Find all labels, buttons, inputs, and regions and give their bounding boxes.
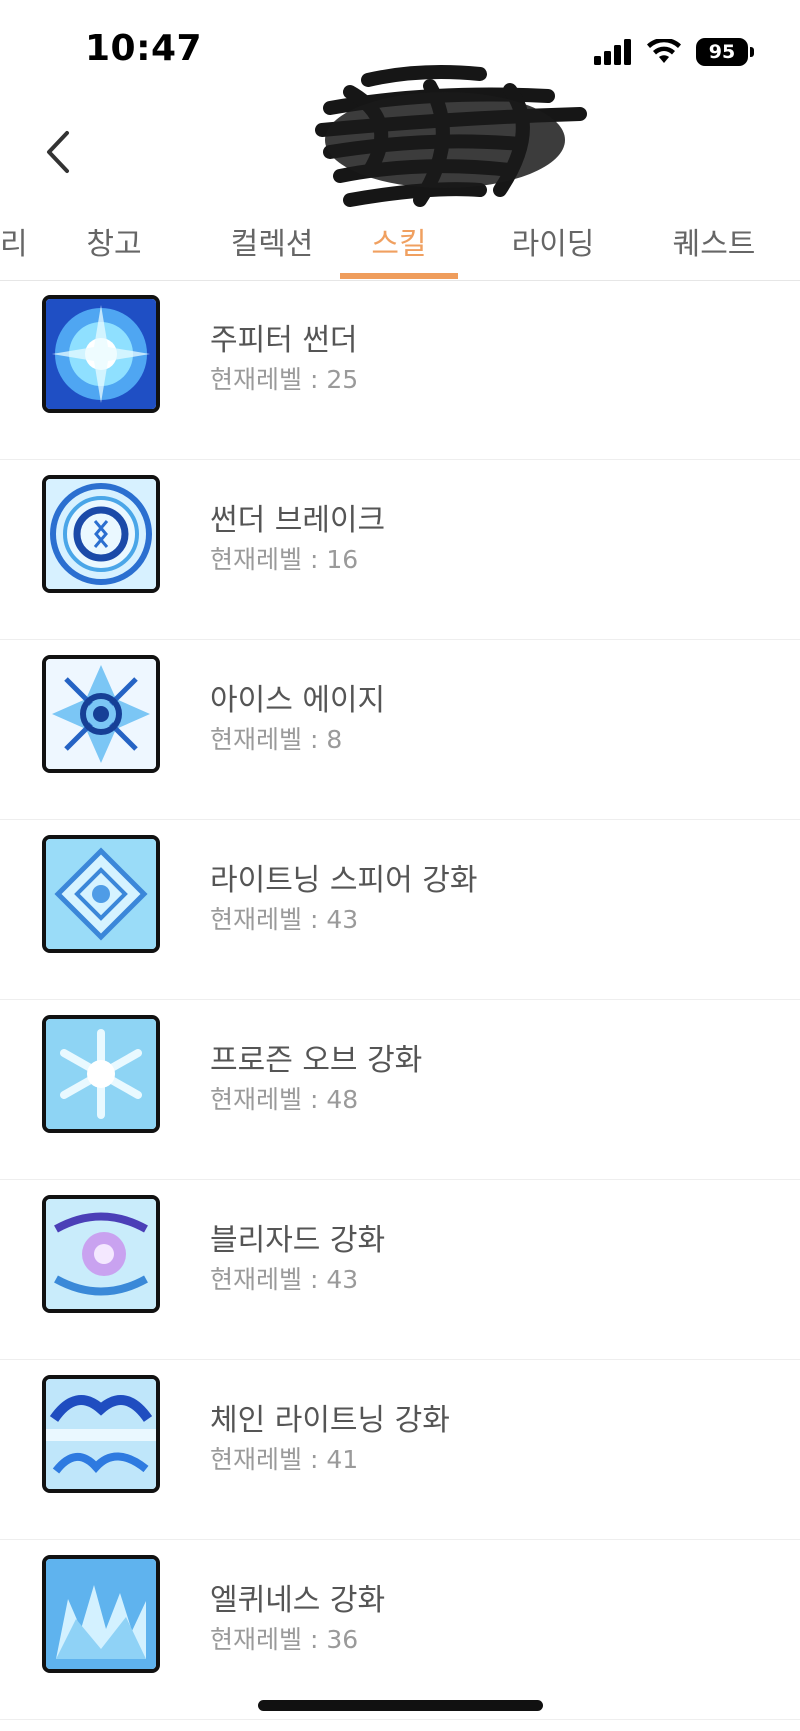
skill-level: 현재레벨 : 36 (210, 1625, 359, 1654)
frozen-orb-icon (42, 1015, 160, 1133)
skill-row[interactable]: 주피터 썬더 현재레벨 : 25 (0, 280, 800, 460)
status-time: 10:47 (85, 28, 203, 69)
redacted-title-scribble (315, 65, 587, 207)
lightning-spear-icon (42, 835, 160, 953)
battery-icon: 95 (696, 38, 754, 66)
skill-level: 현재레벨 : 43 (210, 1265, 359, 1294)
tab-collection[interactable]: 컬렉션 (212, 215, 332, 275)
status-icons: 95 (594, 38, 754, 66)
skill-name: 블리자드 강화 (210, 1223, 386, 1258)
tab-quest[interactable]: 퀘스트 (654, 215, 774, 275)
blizzard-icon (42, 1195, 160, 1313)
skill-level: 현재레벨 : 25 (210, 365, 359, 394)
elquines-icon (42, 1555, 160, 1673)
signal-icon (594, 39, 631, 65)
wifi-icon (647, 39, 681, 63)
back-button[interactable] (28, 122, 88, 182)
skill-name: 체인 라이트닝 강화 (210, 1403, 450, 1438)
skill-name: 아이스 에이지 (210, 683, 386, 718)
skill-level: 현재레벨 : 16 (210, 545, 359, 574)
active-tab-indicator (340, 273, 458, 279)
jupiter-thunder-icon (42, 295, 160, 413)
tab-riding[interactable]: 라이딩 (497, 215, 609, 275)
tab-partial[interactable]: 리 (0, 215, 28, 275)
tab-skill[interactable]: 스킬 (358, 215, 440, 275)
skill-row[interactable]: 블리자드 강화 현재레벨 : 43 (0, 1180, 800, 1360)
skill-name: 주피터 썬더 (210, 323, 358, 358)
skill-name: 엘퀴네스 강화 (210, 1583, 386, 1618)
skill-name: 프로즌 오브 강화 (210, 1043, 423, 1078)
skill-row[interactable]: 라이트닝 스피어 강화 현재레벨 : 43 (0, 820, 800, 1000)
skill-level: 현재레벨 : 8 (210, 725, 343, 754)
skill-row[interactable]: 썬더 브레이크 현재레벨 : 16 (0, 460, 800, 640)
skill-row[interactable]: 프로즌 오브 강화 현재레벨 : 48 (0, 1000, 800, 1180)
tab-storage[interactable]: 창고 (78, 215, 150, 275)
ice-age-icon (42, 655, 160, 773)
tab-bar: 리 창고 컬렉션 스킬 라이딩 퀘스트 (0, 205, 800, 281)
skill-name: 썬더 브레이크 (210, 503, 386, 538)
skill-name: 라이트닝 스피어 강화 (210, 863, 478, 898)
home-indicator[interactable] (258, 1700, 543, 1711)
battery-level: 95 (708, 41, 736, 63)
skill-level: 현재레벨 : 43 (210, 905, 359, 934)
skill-level: 현재레벨 : 48 (210, 1085, 359, 1114)
skill-list: 주피터 썬더 현재레벨 : 25 썬더 브레이크 현재레벨 : 16 아이스 에… (0, 280, 800, 1720)
skill-row[interactable]: 아이스 에이지 현재레벨 : 8 (0, 640, 800, 820)
chevron-left-icon (47, 131, 69, 173)
skill-level: 현재레벨 : 41 (210, 1445, 359, 1474)
skill-row[interactable]: 엘퀴네스 강화 현재레벨 : 36 (0, 1540, 800, 1720)
skill-row[interactable]: 체인 라이트닝 강화 현재레벨 : 41 (0, 1360, 800, 1540)
thunder-break-icon (42, 475, 160, 593)
chain-lightning-icon (42, 1375, 160, 1493)
